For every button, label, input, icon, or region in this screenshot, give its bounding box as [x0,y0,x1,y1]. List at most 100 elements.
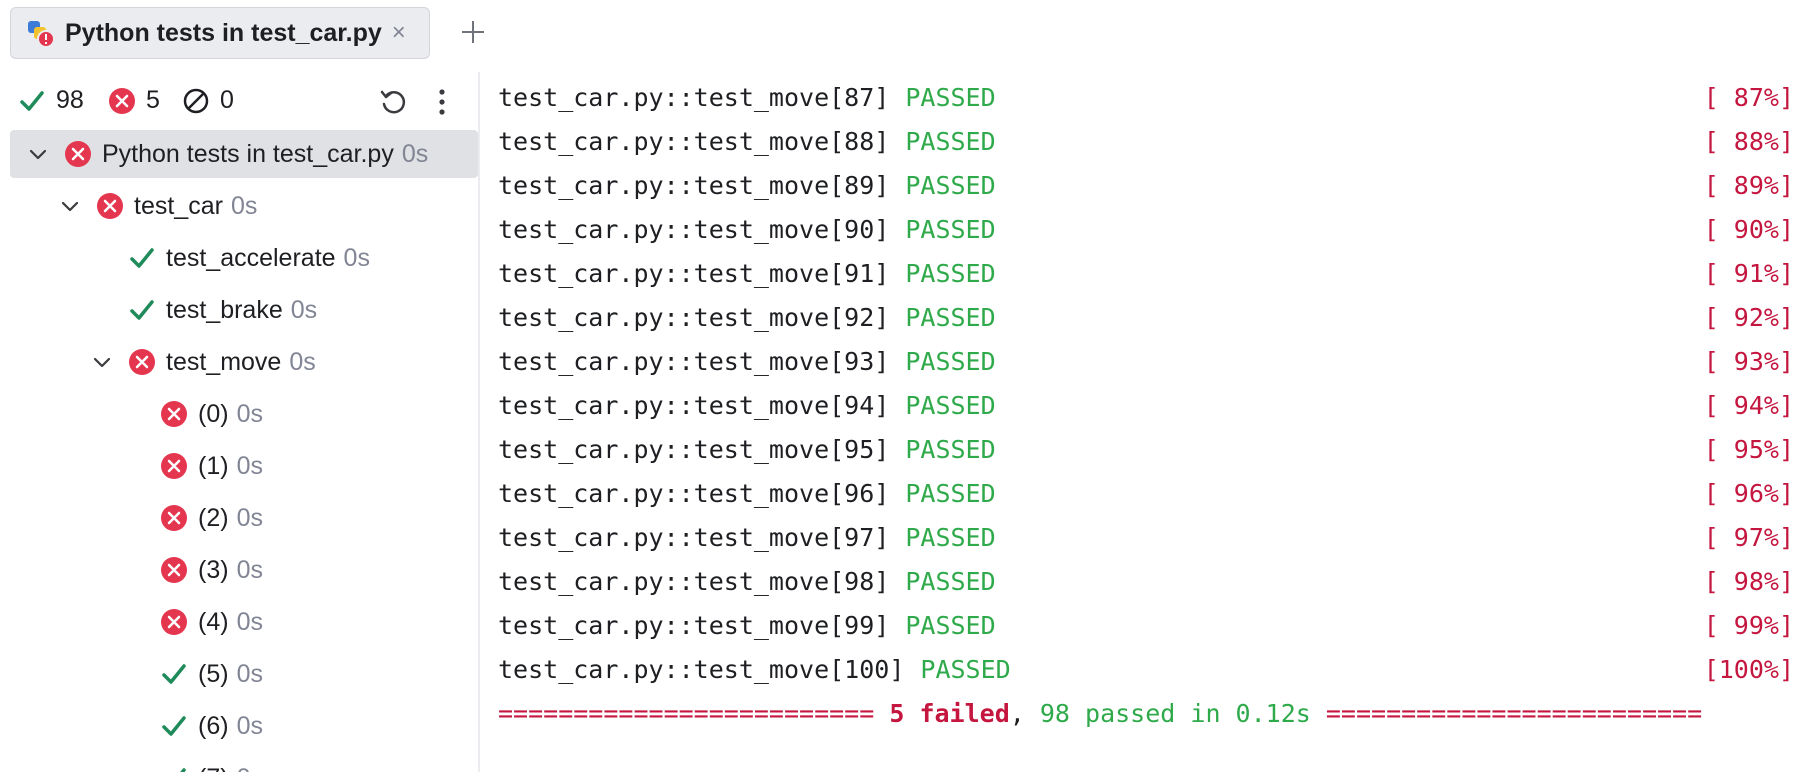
console-test-name: test_car.py::test_move[92] [498,303,890,332]
console-line: test_car.py::test_move[100] PASSED [100%] [498,648,1794,692]
console-progress: [100%] [1703,655,1794,684]
tree-item-duration: 0s [236,607,263,636]
more-options-icon[interactable] [426,86,458,118]
tree-item-label: (3) [198,555,229,584]
console-summary: ========================= 5 failed, 98 p… [498,692,1794,736]
error-icon [161,453,187,479]
tree-item-label: (2) [198,503,229,532]
chevron-down-icon[interactable] [26,142,50,166]
tree-item-label: test_car [134,191,223,220]
ignored-count[interactable]: 0 [182,86,234,115]
tree-item-duration: 0s [237,764,263,772]
console-progress: [ 98%] [1703,567,1794,596]
tree-item-duration: 0s [236,451,263,480]
console-line: test_car.py::test_move[87] PASSED [ 87%] [498,76,1794,120]
console-progress: [ 90%] [1703,215,1794,244]
failed-count[interactable]: 5 [108,86,160,115]
console-output: test_car.py::test_move[87] PASSED[ 87%] te… [498,72,1798,772]
tree-item-duration: 0s [236,399,263,428]
console-test-name: test_car.py::test_move[88] [498,127,890,156]
tree-item[interactable]: test_accelerate 0s [10,234,478,282]
summary-left-rule: ========================= [498,699,890,728]
console-progress: [ 99%] [1703,611,1794,640]
console-progress: [ 92%] [1703,303,1794,332]
tree-item[interactable]: (5) 0s [10,650,478,698]
panel-divider[interactable] [478,72,480,772]
check-icon [162,664,186,684]
ignored-icon [183,88,209,113]
summary-failed: 5 failed [889,699,1010,728]
console-line: test_car.py::test_move[94] PASSED [ 94%] [498,384,1794,428]
console-line: test_car.py::test_move[95] PASSED [ 95%] [498,428,1794,472]
tree-item-duration: 0s [289,347,316,376]
tree-item[interactable]: (0) 0s [10,390,478,438]
tree-item[interactable]: test_car 0s [10,182,478,230]
tree-item[interactable]: (6) 0s [10,702,478,750]
console-line: test_car.py::test_move[90] PASSED [ 90%] [498,208,1794,252]
tree-item[interactable]: (4) 0s [10,598,478,646]
console-test-status: PASSED [905,171,996,200]
passed-count[interactable]: 98 [18,86,84,115]
test-tree-panel: 98 5 0 Python tests in test_car.py 0s te… [0,72,478,772]
console-test-status: PASSED [905,391,996,420]
tree-item-duration: 0s [236,659,263,688]
console-test-name: test_car.py::test_move[87] [498,83,890,112]
console-progress: [ 89%] [1703,171,1794,200]
tree-item-label: (0) [198,399,229,428]
console-line: test_car.py::test_move[96] PASSED [ 96%] [498,472,1794,516]
console-test-status: PASSED [905,303,996,332]
tree-item-duration: 0s [236,555,263,584]
tree-item[interactable]: (7) 0s [10,754,478,772]
chevron-down-icon[interactable] [58,194,82,218]
console-line: test_car.py::test_move[93] PASSED [ 93%] [498,340,1794,384]
summary-right-rule: ========================= [1310,699,1703,728]
check-icon [130,300,154,320]
tab-python-tests[interactable]: Python tests in test_car.py × [10,7,430,59]
check-icon [20,90,44,111]
console-test-name: test_car.py::test_move[91] [498,259,890,288]
tree-item-label: (6) [198,711,229,740]
tree-item-label: Python tests in test_car.py [102,139,394,168]
summary-passed: 98 passed in 0.12s [1024,699,1311,728]
tree-item-label: (5) [198,659,229,688]
tab-bar: Python tests in test_car.py × [0,0,1814,72]
tree-item[interactable]: Python tests in test_car.py 0s [10,130,478,178]
chevron-down-icon[interactable] [90,350,114,374]
console-test-name: test_car.py::test_move[100] [498,655,905,684]
tree-item-label: test_accelerate [166,243,336,272]
error-icon [97,193,123,219]
tree-item-label: (7) [198,764,229,772]
console-test-name: test_car.py::test_move[98] [498,567,890,596]
console-progress: [ 91%] [1703,259,1794,288]
tree-item[interactable]: test_move 0s [10,338,478,386]
error-icon [65,141,91,167]
console-test-status: PASSED [905,347,996,376]
console-test-name: test_car.py::test_move[93] [498,347,890,376]
console-line: test_car.py::test_move[92] PASSED [ 92%] [498,296,1794,340]
console-test-name: test_car.py::test_move[94] [498,391,890,420]
tree-item-duration: 0s [290,295,318,324]
console-test-status: PASSED [905,567,996,596]
console-test-status: PASSED [905,259,996,288]
tree-item-duration: 0s [230,191,258,220]
error-icon [109,87,135,114]
tree-item[interactable]: test_brake 0s [10,286,478,334]
check-icon [130,248,154,268]
tree-item[interactable]: (2) 0s [10,494,478,542]
error-icon [161,557,187,583]
close-icon[interactable]: × [392,21,406,45]
tree-item[interactable]: (1) 0s [10,442,478,490]
tree-item[interactable]: (3) 0s [10,546,478,594]
error-icon [161,609,187,635]
console-test-name: test_car.py::test_move[90] [498,215,890,244]
console-test-status: PASSED [905,83,996,112]
plus-icon[interactable] [458,17,488,47]
console-test-status: PASSED [920,655,1011,684]
console-progress: [ 88%] [1703,127,1794,156]
tree-item-duration: 0s [236,503,263,532]
console-progress: [ 93%] [1703,347,1794,376]
python-test-icon [25,18,55,48]
tree-item-label: (1) [198,451,229,480]
rerun-icon[interactable] [378,86,410,118]
console-test-status: PASSED [905,479,996,508]
